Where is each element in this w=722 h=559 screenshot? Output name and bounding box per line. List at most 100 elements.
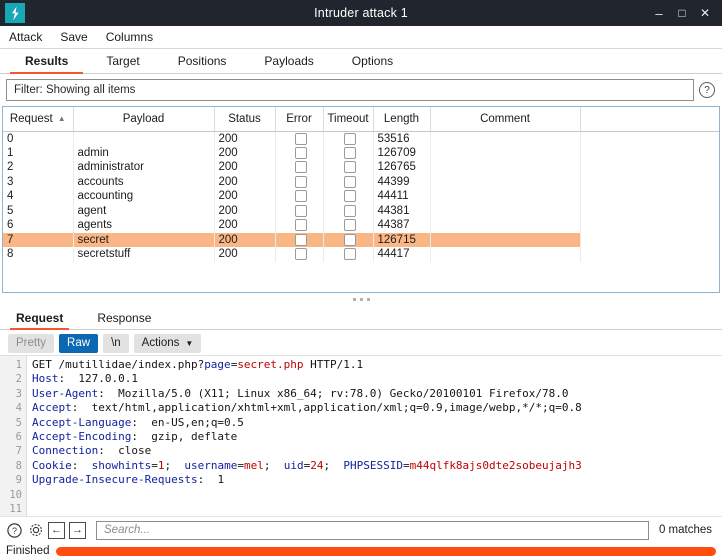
table-row[interactable]: 3 accounts 200 44399 [3, 174, 719, 190]
timeout-checkbox[interactable] [344, 161, 356, 174]
column-header-timeout[interactable]: Timeout [323, 107, 374, 132]
maximize-icon[interactable]: □ [676, 7, 688, 19]
tab-positions[interactable]: Positions [159, 54, 246, 73]
tab-results[interactable]: Results [6, 54, 87, 74]
table-row[interactable]: 8 secretstuff 200 44417 [3, 247, 719, 262]
timeout-checkbox[interactable] [344, 132, 356, 145]
request-viewer[interactable]: 1 2 3 4 5 6 7 8 9 10 11 GET /mutillidae/index.php?… [0, 355, 722, 516]
table-row[interactable]: 1 admin 200 126709 [3, 145, 719, 161]
tab-target[interactable]: Target [87, 54, 158, 73]
timeout-checkbox[interactable] [344, 190, 356, 203]
minimize-icon[interactable]: – [653, 7, 665, 20]
request-token: = [151, 458, 158, 472]
request-token: User-Agent [32, 386, 99, 400]
cell-status: 200 [214, 174, 276, 189]
tab-response[interactable]: Response [91, 311, 167, 329]
results-table-container[interactable]: Request ▲ Payload Status Error Timeout L… [2, 106, 720, 293]
request-token: : 1 [197, 473, 225, 487]
timeout-checkbox[interactable] [344, 146, 356, 159]
cell-comment [430, 247, 581, 262]
cell-request: 6 [3, 218, 74, 233]
cell-spacer [580, 160, 719, 175]
cell-timeout [323, 218, 374, 233]
error-checkbox[interactable] [295, 233, 307, 246]
question-mark-icon[interactable]: ? [699, 82, 715, 98]
cell-status: 200 [214, 247, 276, 262]
error-checkbox[interactable] [295, 175, 307, 188]
timeout-checkbox[interactable] [344, 233, 356, 246]
error-checkbox[interactable] [295, 190, 307, 203]
cell-status: 200 [214, 189, 276, 204]
actions-button[interactable]: Actions ▼ [133, 333, 202, 353]
table-row[interactable]: 5 agent 200 44381 [3, 203, 719, 218]
status-label: Finished [6, 545, 50, 557]
search-bar: ? ← → Search... 0 matches [0, 516, 722, 543]
cell-comment [430, 218, 581, 233]
request-token: mel [243, 458, 264, 472]
error-checkbox[interactable] [295, 146, 307, 159]
cell-timeout [323, 160, 374, 175]
column-header-request[interactable]: Request ▲ [3, 107, 74, 132]
table-row[interactable]: 6 agents 200 44387 [3, 218, 719, 233]
cell-comment [430, 145, 581, 160]
search-input[interactable]: Search... [96, 520, 649, 540]
cell-error [275, 203, 324, 218]
close-icon[interactable]: ✕ [699, 7, 711, 19]
newline-button[interactable]: \n [103, 333, 129, 353]
table-row[interactable]: 2 administrator 200 126765 [3, 160, 719, 175]
error-checkbox[interactable] [295, 248, 307, 261]
gear-icon[interactable] [27, 522, 44, 539]
tab-options[interactable]: Options [333, 54, 412, 73]
cell-spacer [580, 146, 719, 161]
timeout-checkbox[interactable] [344, 204, 356, 217]
window-title: Intruder attack 1 [314, 6, 408, 20]
arrow-left-icon[interactable]: ← [48, 521, 65, 539]
error-checkbox[interactable] [295, 132, 307, 145]
timeout-checkbox[interactable] [344, 219, 356, 232]
tab-payloads[interactable]: Payloads [245, 54, 332, 73]
cell-payload: administrator [73, 160, 215, 175]
column-header-length[interactable]: Length [373, 107, 431, 132]
filter-bar[interactable]: Filter: Showing all items [6, 79, 694, 101]
column-header-comment[interactable]: Comment [430, 107, 581, 132]
cell-payload: secretstuff [73, 247, 215, 262]
arrow-right-icon[interactable]: → [69, 521, 86, 539]
cell-length: 44381 [373, 203, 431, 218]
cell-error [275, 160, 324, 175]
request-raw-text[interactable]: GET /mutillidae/index.php?page = secret.ph… [27, 356, 722, 516]
table-row[interactable]: 7 secret 200 126715 [3, 232, 719, 247]
menu-item-save[interactable]: Save [60, 30, 98, 44]
detail-tab-bar: Request Response [0, 306, 722, 330]
error-checkbox[interactable] [295, 161, 307, 174]
cell-request: 8 [3, 247, 74, 262]
request-token: : text/html,application/xhtml+xml,applic… [71, 401, 582, 415]
tab-request[interactable]: Request [10, 311, 79, 330]
menu-item-columns[interactable]: Columns [106, 30, 164, 44]
raw-button[interactable]: Raw [59, 333, 99, 353]
column-header-error[interactable]: Error [275, 107, 324, 132]
cell-spacer [580, 175, 719, 190]
timeout-checkbox[interactable] [344, 175, 356, 188]
menu-item-attack[interactable]: Attack [9, 30, 53, 44]
svg-text:?: ? [12, 526, 17, 536]
pretty-button[interactable]: Pretty [8, 333, 55, 353]
line-number: 8 [15, 459, 22, 472]
sort-ascending-icon: ▲ [57, 114, 66, 124]
question-mark-icon[interactable]: ? [6, 522, 23, 539]
chevron-down-icon: ▼ [185, 338, 194, 348]
cell-timeout [323, 145, 374, 160]
line-number: 9 [15, 474, 22, 487]
column-header-payload[interactable]: Payload [73, 107, 215, 132]
table-row[interactable]: 0 200 53516 [3, 131, 719, 146]
timeout-checkbox[interactable] [344, 248, 356, 261]
message-view-toolbar: Pretty Raw \n Actions ▼ [0, 330, 722, 355]
column-header-status[interactable]: Status [214, 107, 276, 132]
cell-error [275, 189, 324, 204]
search-placeholder: Search... [104, 524, 151, 536]
cell-error [275, 232, 324, 247]
panel-splitter[interactable] [0, 293, 722, 306]
error-checkbox[interactable] [295, 204, 307, 217]
table-row[interactable]: 4 accounting 200 44411 [3, 189, 719, 204]
error-checkbox[interactable] [295, 219, 307, 232]
request-token: GET /mutillidae/index.php? [32, 358, 205, 371]
